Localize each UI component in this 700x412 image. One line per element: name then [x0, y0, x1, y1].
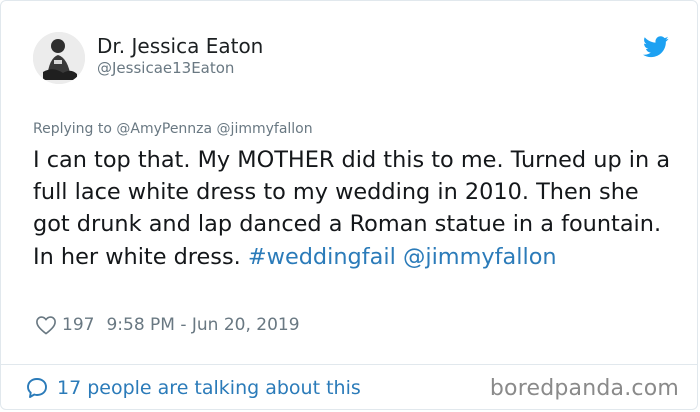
twitter-bird-icon[interactable]	[643, 36, 669, 58]
tweet-meta: 197 9:58 PM - Jun 20, 2019	[35, 313, 300, 337]
tweet-timestamp[interactable]: 9:58 PM - Jun 20, 2019	[106, 313, 299, 337]
tweet-card: Dr. Jessica Eaton @Jessicae13Eaton Reply…	[0, 0, 698, 410]
heart-icon[interactable]	[35, 315, 57, 335]
footer-divider	[1, 364, 697, 365]
avatar-image	[33, 32, 85, 84]
conversation-link[interactable]: 17 people are talking about this	[25, 375, 361, 401]
reply-context: Replying to @AmyPennza @jimmyfallon	[33, 121, 313, 137]
conversation-label: 17 people are talking about this	[57, 377, 361, 399]
hashtag-link[interactable]: #weddingfail	[248, 244, 396, 270]
author-handle[interactable]: @Jessicae13Eaton	[97, 57, 234, 79]
site-watermark: boredpanda.com	[489, 376, 679, 401]
tweet-header: Dr. Jessica Eaton @Jessicae13Eaton	[33, 29, 669, 89]
tweet-text: I can top that. My MOTHER did this to me…	[33, 144, 673, 273]
avatar[interactable]	[33, 32, 85, 84]
mention-link[interactable]: @jimmyfallon	[403, 244, 557, 270]
speech-bubble-icon	[27, 378, 47, 398]
like-count[interactable]: 197	[62, 313, 94, 337]
author-display-name[interactable]: Dr. Jessica Eaton	[97, 32, 263, 60]
